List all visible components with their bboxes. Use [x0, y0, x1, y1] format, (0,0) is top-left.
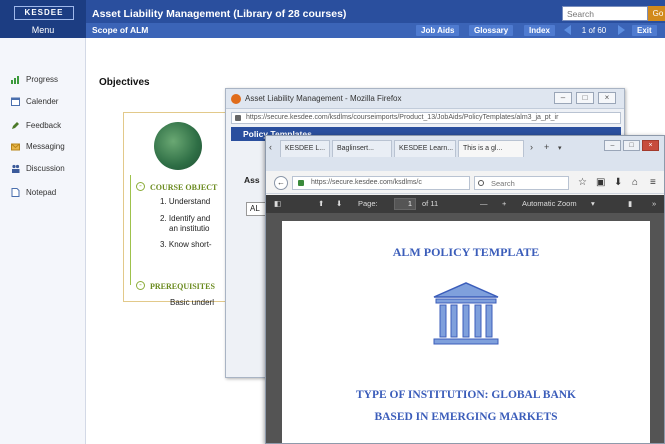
clipboard-icon[interactable]: ▣	[596, 177, 605, 188]
objective-item: 2. Identify and	[160, 214, 211, 223]
top-bar: KESDEE Menu Asset Liability Management (…	[0, 0, 665, 38]
maximize-button[interactable]: □	[623, 140, 640, 151]
course-objectives-heading: COURSE OBJECT	[150, 183, 218, 192]
close-button[interactable]: ×	[598, 92, 616, 104]
sidebar-item-label: Discussion	[26, 164, 65, 173]
page-total: of 11	[422, 199, 439, 208]
download-icon[interactable]: ⬇	[614, 177, 622, 188]
glossary-button[interactable]: Glossary	[469, 25, 514, 36]
search-input[interactable]	[562, 6, 648, 21]
pencil-icon	[12, 122, 19, 129]
address-bar[interactable]: https://secure.kesdee.com/ksdlms/coursei…	[231, 112, 621, 124]
star-icon[interactable]: ☆	[578, 177, 587, 188]
tab-list-icon[interactable]: ▾	[558, 144, 562, 152]
section-title: Scope of ALM	[92, 25, 149, 35]
search-icon	[478, 180, 484, 186]
globe-icon	[154, 122, 202, 170]
pdf-page: ALM POLICY TEMPLATE TYPE OF INSTITUTION:…	[282, 221, 650, 443]
sidebar-item-label: Calender	[26, 97, 59, 106]
window-title: Asset Liability Management - Mozilla Fir…	[245, 94, 402, 103]
people-icon	[12, 164, 20, 173]
pdf-browser-window: ‹ KESDEE L... Baglinsert... KESDEE Learn…	[265, 135, 665, 444]
go-button[interactable]: Go	[648, 6, 665, 21]
tree-connector	[130, 175, 131, 285]
minimize-button[interactable]: –	[554, 92, 572, 104]
expand-node-icon[interactable]: -	[136, 182, 145, 191]
address-text: https://secure.kesdee.com/ksdlms/coursei…	[246, 114, 559, 121]
zoom-out-icon[interactable]: —	[480, 199, 488, 208]
objective-item: 1. Understand	[160, 197, 211, 206]
search-input[interactable]	[474, 176, 569, 190]
more-tools-icon[interactable]: »	[652, 199, 656, 208]
menu-button[interactable]: Menu	[0, 24, 86, 36]
window-titlebar: Asset Liability Management - Mozilla Fir…	[226, 89, 624, 109]
maximize-button[interactable]: □	[576, 92, 594, 104]
next-page-icon[interactable]	[618, 25, 625, 35]
sidebar: Progress Calender Feedback Messaging Dis…	[0, 38, 86, 444]
kesdee-logo: KESDEE	[14, 6, 74, 20]
pdf-title: ALM POLICY TEMPLATE	[392, 245, 540, 259]
browser-tab[interactable]: KESDEE Learn...	[394, 140, 456, 157]
lock-icon	[298, 180, 304, 186]
page-title: Objectives	[99, 77, 150, 88]
envelope-icon	[11, 143, 20, 151]
zoom-dropdown-icon[interactable]: ▾	[591, 199, 595, 208]
minimize-button[interactable]: –	[604, 140, 621, 151]
sidebar-item-label: Messaging	[26, 142, 65, 151]
bank-building-icon	[433, 282, 499, 345]
prerequisites-heading: PREREQUISITES	[150, 282, 215, 291]
previous-page-icon[interactable]	[564, 25, 571, 35]
previous-page-icon[interactable]: ⬆	[318, 199, 324, 208]
pdf-viewer: ALM POLICY TEMPLATE TYPE OF INSTITUTION:…	[266, 213, 664, 443]
institution-market: BASED IN EMERGING MARKETS	[374, 411, 558, 423]
address-text: https://secure.kesdee.com/ksdlms/c	[311, 179, 422, 186]
navigation-toolbar: ← https://secure.kesdee.com/ksdlms/c ☆ ▣…	[266, 172, 664, 194]
browser-tab-active[interactable]: This is a gl...	[458, 140, 524, 157]
institution-type: TYPE OF INSTITUTION: GLOBAL BANK	[355, 389, 577, 401]
tab-strip: ‹ KESDEE L... Baglinsert... KESDEE Learn…	[266, 136, 664, 171]
firefox-icon	[231, 94, 241, 104]
calendar-icon	[11, 97, 20, 106]
expand-node-icon[interactable]: -	[136, 281, 145, 290]
zoom-in-icon[interactable]: +	[502, 199, 506, 208]
prerequisite-text: Basic underl	[170, 298, 215, 307]
back-arrow-icon[interactable]: ←	[274, 176, 288, 190]
progress-chart-icon	[11, 76, 19, 84]
app-title: Asset Liability Management (Library of 2…	[92, 8, 347, 20]
logo-area: KESDEE Menu	[0, 0, 86, 38]
objective-item: an institutio	[169, 224, 210, 233]
tab-scroll-left-icon[interactable]: ‹	[269, 142, 272, 152]
sub-bar: Scope of ALM Job Aids Glossary Index 1 o…	[86, 23, 665, 38]
next-page-icon[interactable]: ⬇	[336, 199, 342, 208]
close-button[interactable]: ×	[642, 140, 659, 151]
sidebar-item-label: Feedback	[26, 121, 62, 130]
sidebar-item-label: Notepad	[26, 188, 57, 197]
page-label: Page:	[358, 199, 378, 208]
document-icon	[11, 188, 20, 197]
lock-icon	[235, 115, 241, 121]
browser-tab[interactable]: KESDEE L...	[280, 140, 330, 157]
bookmark-icon[interactable]: ▮	[628, 199, 632, 208]
index-button[interactable]: Index	[524, 25, 555, 36]
page-number-input[interactable]: 1	[394, 198, 416, 210]
home-icon[interactable]: ⌂	[632, 177, 638, 188]
browser-tab[interactable]: Baglinsert...	[332, 140, 392, 157]
pdf-toolbar: ◧ ⬆ ⬇ Page: 1 of 11 — + Automatic Zoom ▾…	[266, 195, 664, 213]
exit-button[interactable]: Exit	[632, 25, 657, 36]
address-bar[interactable]: https://secure.kesdee.com/ksdlms/c	[292, 176, 470, 190]
menu-icon[interactable]: ≡	[650, 177, 656, 188]
page-counter: 1 of 60	[581, 26, 607, 35]
tab-scroll-right-icon[interactable]: ›	[530, 142, 533, 152]
new-tab-icon[interactable]: +	[544, 142, 549, 152]
zoom-select[interactable]: Automatic Zoom	[522, 199, 577, 208]
objective-item: 3. Know short-	[160, 240, 212, 249]
job-aids-button[interactable]: Job Aids	[416, 25, 460, 36]
sidebar-item-label: Progress	[26, 75, 59, 84]
asset-label: Ass	[244, 175, 260, 185]
sidebar-toggle-icon[interactable]: ◧	[274, 199, 281, 208]
